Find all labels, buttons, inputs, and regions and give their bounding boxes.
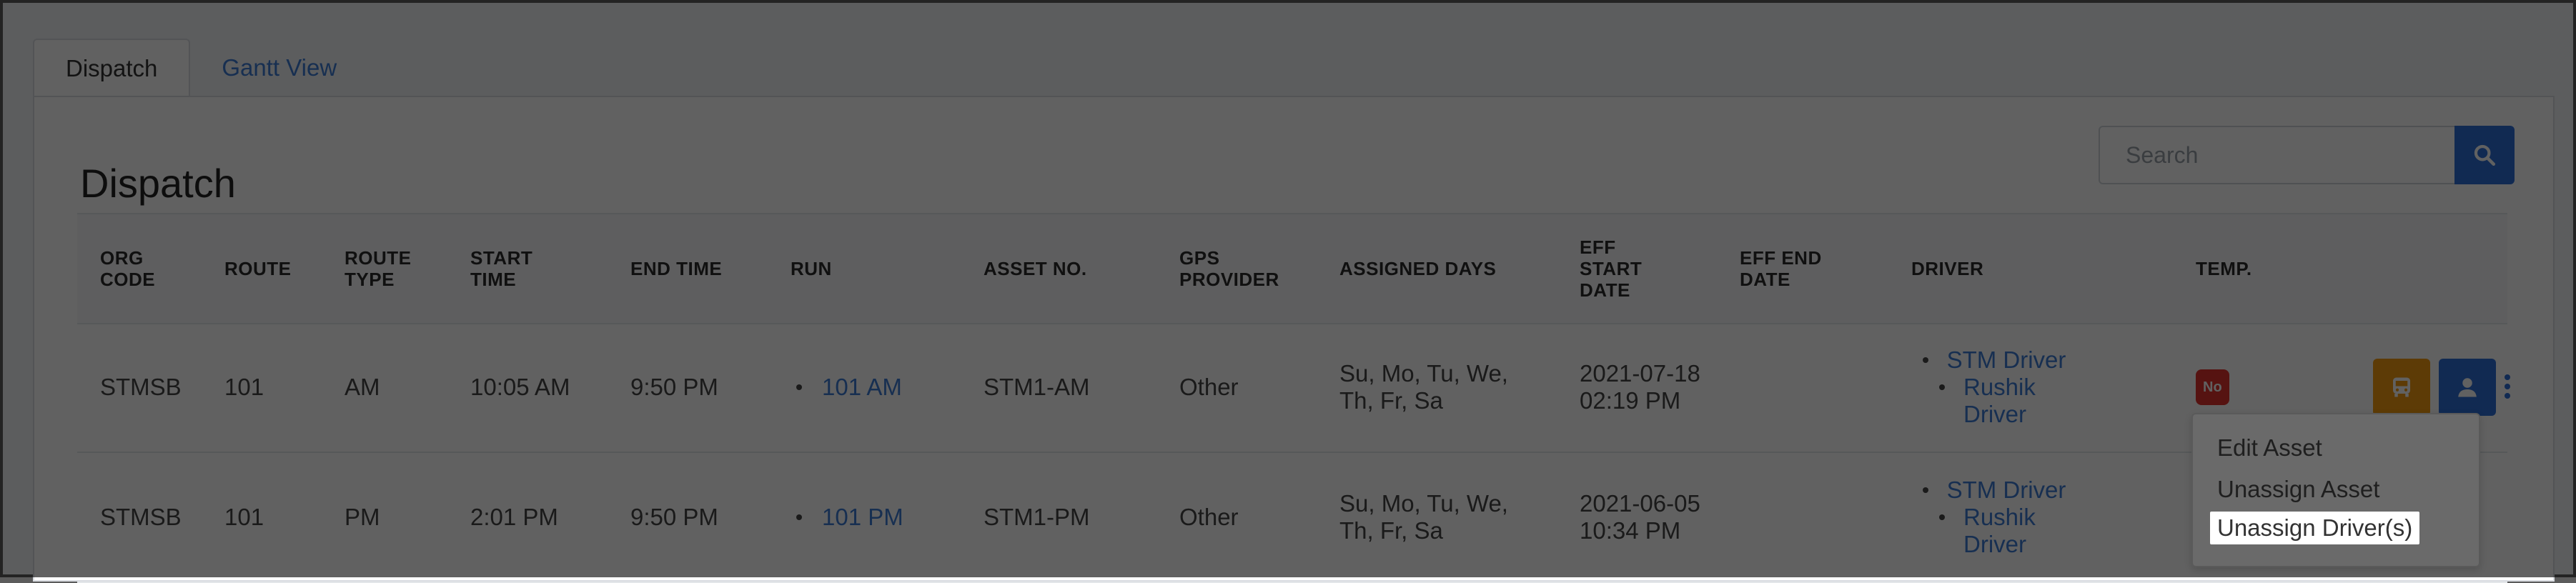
- cell-org-code: STMSB: [100, 504, 182, 530]
- cell-eff-start-date: 2021-07-18 02:19 PM: [1580, 360, 1700, 414]
- col-asset-no[interactable]: ASSET NO.: [984, 214, 1126, 323]
- bullet: [796, 514, 802, 520]
- cell-org-code: STMSB: [100, 374, 182, 400]
- cell-start-time: 10:05 AM: [470, 374, 570, 400]
- tab-gantt-view[interactable]: Gantt View: [190, 39, 368, 97]
- driver-item: Rushik Driver: [1939, 374, 2049, 428]
- cell-route: 101: [224, 504, 264, 530]
- col-start-time[interactable]: START TIME: [470, 214, 556, 323]
- cell-gps-provider: Other: [1179, 504, 1239, 530]
- cell-run: 101 AM: [796, 323, 902, 452]
- col-driver[interactable]: DRIVER: [1911, 214, 2026, 323]
- bullet: [1922, 357, 1928, 363]
- cell-driver: STM Driver Rushik Driver: [1916, 323, 2073, 452]
- cell-assigned-days: Su, Mo, Tu, We, Th, Fr, Sa: [1339, 490, 1508, 544]
- table-row: STMSB 101 PM 2:01 PM 9:50 PM 101 PM STM1…: [77, 453, 2507, 583]
- driver-link[interactable]: Rushik Driver: [1963, 504, 2049, 558]
- driver-button[interactable]: [2439, 359, 2496, 416]
- col-route[interactable]: ROUTE: [224, 214, 303, 323]
- table-header: ORG CODE ROUTE ROUTE TYPE START TIME END…: [77, 213, 2507, 324]
- run-link[interactable]: 101 PM: [822, 504, 903, 531]
- cell-run: 101 PM: [796, 453, 903, 582]
- driver-link[interactable]: STM Driver: [1947, 347, 2066, 374]
- col-gps-provider[interactable]: GPS PROVIDER: [1179, 214, 1301, 323]
- bullet: [1939, 384, 1945, 390]
- bullet: [1922, 487, 1928, 493]
- col-route-type[interactable]: ROUTE TYPE: [345, 214, 430, 323]
- cell-route: 101: [224, 374, 264, 400]
- col-temp[interactable]: TEMP.: [2196, 214, 2274, 323]
- page-title: Dispatch: [80, 161, 236, 206]
- menu-item-edit-asset[interactable]: Edit Asset: [2217, 434, 2322, 462]
- bus-icon: [2393, 377, 2410, 397]
- cell-gps-provider: Other: [1179, 374, 1239, 400]
- user-icon: [2458, 378, 2477, 397]
- search-button[interactable]: [2454, 126, 2515, 184]
- search-input[interactable]: [2099, 126, 2456, 184]
- col-end-time[interactable]: END TIME: [630, 214, 759, 323]
- col-assigned-days[interactable]: ASSIGNED DAYS: [1339, 214, 1525, 323]
- app-frame: Dispatch Gantt View Dispatch ORG CODE RO…: [3, 3, 2573, 583]
- driver-item: STM Driver: [1922, 347, 2066, 374]
- more-vertical-icon[interactable]: [2503, 374, 2512, 399]
- driver-link[interactable]: STM Driver: [1947, 477, 2066, 504]
- cell-assigned-days: Su, Mo, Tu, We, Th, Fr, Sa: [1339, 360, 1508, 414]
- table-row: STMSB 101 AM 10:05 AM 9:50 PM 101 AM STM…: [77, 323, 2510, 453]
- cell-eff-start-date: 2021-06-05 10:34 PM: [1580, 490, 1700, 544]
- col-eff-end-date[interactable]: EFF END DATE: [1740, 214, 1847, 323]
- menu-item-unassign-drivers[interactable]: Unassign Driver(s): [2210, 512, 2420, 544]
- col-run[interactable]: RUN: [791, 214, 862, 323]
- menu-item-unassign-asset[interactable]: Unassign Asset: [2217, 476, 2379, 503]
- bus-button[interactable]: [2373, 359, 2430, 416]
- bullet: [1939, 514, 1945, 520]
- temp-badge: No: [2196, 369, 2229, 405]
- cell-asset-no: STM1-AM: [984, 374, 1090, 400]
- search-icon: [2474, 144, 2496, 166]
- run-link[interactable]: 101 AM: [822, 374, 902, 401]
- dispatch-panel: Dispatch ORG CODE ROUTE ROUTE TYPE START…: [33, 96, 2555, 583]
- tab-dispatch[interactable]: Dispatch: [33, 39, 191, 97]
- col-org-code[interactable]: ORG CODE: [100, 214, 186, 323]
- driver-item: Rushik Driver: [1939, 504, 2049, 558]
- driver-item: STM Driver: [1922, 477, 2066, 504]
- driver-link[interactable]: Rushik Driver: [1963, 374, 2049, 428]
- cell-route-type: AM: [345, 374, 380, 400]
- bullet: [796, 384, 802, 390]
- cell-start-time: 2:01 PM: [470, 504, 558, 530]
- cell-asset-no: STM1-PM: [984, 504, 1090, 530]
- cell-end-time: 9:50 PM: [630, 374, 718, 400]
- cell-end-time: 9:50 PM: [630, 504, 718, 530]
- col-eff-start-date[interactable]: EFF START DATE: [1580, 214, 1658, 323]
- cell-route-type: PM: [345, 504, 380, 530]
- tab-bar: Dispatch Gantt View: [33, 39, 368, 97]
- cell-driver: STM Driver Rushik Driver: [1916, 453, 2073, 582]
- row-action-menu: Edit Asset Unassign Asset Unassign Drive…: [2191, 413, 2480, 567]
